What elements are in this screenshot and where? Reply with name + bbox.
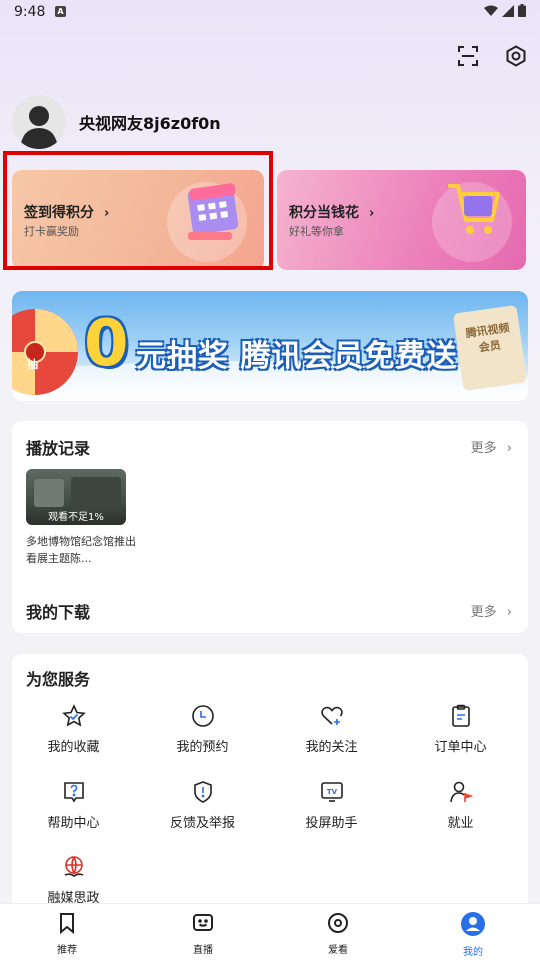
nav-live[interactable]: 直播 bbox=[163, 912, 243, 956]
card-title-text: 积分当钱花 bbox=[289, 205, 359, 221]
video-title[interactable]: 多地博物馆纪念馆推出看展主题陈... bbox=[26, 533, 136, 567]
notification-icon: A bbox=[55, 6, 66, 17]
nav-label: 推荐 bbox=[57, 945, 77, 956]
tv-icon: TV bbox=[320, 782, 343, 802]
chevron-right-icon: › bbox=[369, 206, 375, 221]
watch-progress-label: 观看不足1% bbox=[48, 512, 104, 523]
points-shop-card[interactable]: 积分当钱花 › 好礼等你拿 bbox=[277, 170, 526, 270]
downloads-more-link[interactable]: 更多 › bbox=[471, 601, 512, 620]
member-card-label: 腾讯视频会员 bbox=[464, 321, 511, 355]
service-label: 我的关注 bbox=[305, 740, 358, 755]
svg-text:TV: TV bbox=[326, 788, 337, 796]
shopping-cart-icon bbox=[448, 184, 500, 234]
highlight-box bbox=[3, 151, 273, 270]
member-card: 腾讯视频会员 bbox=[452, 304, 528, 392]
history-section: 播放记录 更多 › 观看不足1% 多地博物馆纪念馆推出看展主题陈... 我的下载… bbox=[12, 421, 528, 633]
username[interactable]: 央视网友8j6z0f0n bbox=[79, 110, 221, 134]
clock-icon bbox=[191, 705, 214, 727]
downloads-title[interactable]: 我的下载 bbox=[26, 599, 90, 623]
service-reservations[interactable]: 我的预约 bbox=[138, 704, 267, 755]
help-icon bbox=[63, 782, 84, 803]
service-label: 反馈及举报 bbox=[169, 816, 235, 831]
nav-recommend[interactable]: 推荐 bbox=[27, 912, 107, 956]
history-more-link[interactable]: 更多 › bbox=[471, 437, 512, 456]
chevron-right-icon: › bbox=[506, 441, 512, 456]
avatar[interactable] bbox=[12, 95, 66, 149]
service-label: 帮助中心 bbox=[47, 816, 100, 831]
nav-watch[interactable]: 爱看 bbox=[298, 912, 378, 956]
signal-icon bbox=[502, 4, 514, 17]
shield-alert-icon bbox=[193, 781, 212, 803]
service-orders[interactable]: 订单中心 bbox=[396, 704, 525, 755]
services-section: 为您服务 我的收藏 我的预约 我的关注 订单中心 帮助中心 反馈及举报 TV 投… bbox=[12, 654, 528, 916]
user-icon bbox=[461, 912, 485, 936]
settings-icon[interactable] bbox=[502, 42, 530, 70]
chevron-right-icon: › bbox=[506, 605, 512, 620]
wheel-label: 抽 bbox=[27, 358, 38, 371]
more-label: 更多 bbox=[470, 605, 497, 620]
nav-label: 我的 bbox=[463, 947, 483, 958]
service-label: 就业 bbox=[447, 816, 474, 831]
status-icons bbox=[484, 4, 526, 17]
bottom-navigation: 推荐 直播 爱看 我的 bbox=[0, 903, 540, 961]
globe-book-icon bbox=[64, 856, 83, 877]
service-label: 我的预约 bbox=[176, 740, 229, 755]
service-cast[interactable]: TV 投屏助手 bbox=[267, 780, 396, 831]
service-favorites[interactable]: 我的收藏 bbox=[9, 704, 138, 755]
nav-label: 直播 bbox=[193, 945, 213, 956]
battery-icon bbox=[518, 4, 526, 17]
thumb-scene bbox=[34, 479, 64, 507]
service-following[interactable]: 我的关注 bbox=[267, 704, 396, 755]
services-title: 为您服务 bbox=[26, 670, 91, 689]
nav-mine[interactable]: 我的 bbox=[433, 912, 513, 958]
star-icon bbox=[61, 704, 86, 727]
service-label: 订单中心 bbox=[434, 740, 487, 755]
promo-banner[interactable]: 抽 0 元抽奖 腾讯会员免费送 腾讯视频会员 bbox=[12, 291, 528, 401]
banner-text: 元抽奖 腾讯会员免费送 bbox=[136, 339, 458, 374]
card-subtitle: 好礼等你拿 bbox=[289, 225, 344, 238]
service-help[interactable]: 帮助中心 bbox=[9, 780, 138, 831]
heart-plus-icon bbox=[320, 706, 343, 725]
video-thumbnail[interactable]: 观看不足1% bbox=[26, 469, 126, 525]
wifi-icon bbox=[484, 5, 498, 16]
thumb-scene bbox=[71, 477, 121, 511]
service-feedback[interactable]: 反馈及举报 bbox=[138, 780, 267, 831]
tv-face-icon bbox=[193, 914, 213, 931]
bookmark-icon bbox=[60, 913, 74, 935]
service-label: 我的收藏 bbox=[47, 740, 100, 755]
card-title: 积分当钱花 › bbox=[289, 202, 374, 222]
scan-icon[interactable] bbox=[454, 42, 482, 70]
more-label: 更多 bbox=[470, 441, 497, 456]
service-employment[interactable]: 就业 bbox=[396, 780, 525, 831]
banner-zero: 0 bbox=[84, 307, 129, 381]
eye-icon bbox=[328, 913, 348, 933]
service-label: 投屏助手 bbox=[305, 816, 358, 831]
person-flag-icon bbox=[449, 781, 473, 803]
prize-wheel-icon bbox=[12, 309, 78, 395]
service-media-education[interactable]: 融媒思政 bbox=[9, 855, 138, 906]
status-time: 9:48 bbox=[14, 4, 46, 20]
nav-label: 爱看 bbox=[328, 945, 348, 956]
history-title: 播放记录 bbox=[26, 439, 91, 458]
clipboard-icon bbox=[451, 704, 470, 727]
